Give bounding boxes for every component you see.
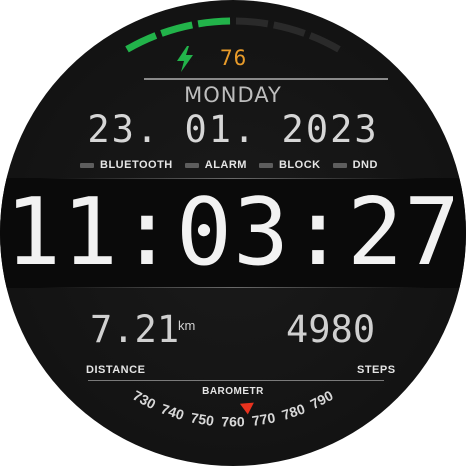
barometer-tick-label: 730 bbox=[130, 387, 158, 412]
barometer-scale: 730 740 750 760 770 780 790 bbox=[130, 387, 336, 430]
watch-face: 76 MONDAY 23. 01. 2023 BLUETOOTH ALARM B… bbox=[0, 0, 466, 466]
barometer-tick-label: 750 bbox=[190, 409, 216, 429]
barometer-tick-label: 790 bbox=[308, 387, 336, 412]
barometer-tick-label: 760 bbox=[221, 414, 245, 430]
barometer-tick-label: 770 bbox=[251, 409, 277, 429]
barometer-tick-label: 740 bbox=[159, 400, 186, 423]
barometer-tick-label: 780 bbox=[280, 400, 307, 423]
